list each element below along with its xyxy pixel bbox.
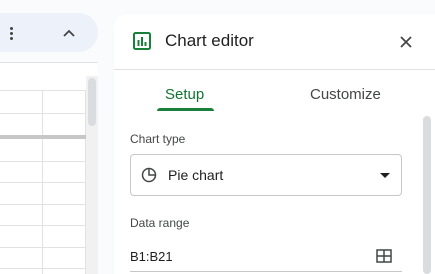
tab-customize[interactable]: Customize <box>310 86 381 104</box>
tab-setup[interactable]: Setup <box>165 86 204 104</box>
panel-header: Chart editor <box>114 14 435 70</box>
chart-type-value: Pie chart <box>168 167 224 183</box>
chart-type-label: Chart type <box>130 132 186 146</box>
tabs-divider <box>114 111 435 112</box>
grid-line <box>0 90 98 91</box>
chart-type-select[interactable]: Pie chart <box>130 154 402 196</box>
more-vert-icon[interactable] <box>3 25 19 41</box>
dropdown-arrow-icon <box>380 173 390 178</box>
grid-line <box>0 225 98 226</box>
grid-line <box>0 268 98 269</box>
data-range-label: Data range <box>130 216 190 230</box>
chevron-up-icon[interactable] <box>60 25 78 41</box>
pie-chart-icon <box>141 167 157 183</box>
toolbar <box>0 13 98 52</box>
panel-scrollbar-thumb[interactable] <box>423 116 431 274</box>
data-range-underline <box>130 271 402 272</box>
chart-editor-panel: Chart editor Setup Customize Chart type … <box>114 14 435 274</box>
column-header-row <box>0 63 98 90</box>
insert-chart-icon <box>133 32 151 50</box>
close-icon[interactable] <box>398 34 414 50</box>
grid-line <box>0 113 98 114</box>
grid-line <box>0 204 98 205</box>
data-range-input[interactable]: B1:B21 <box>130 249 173 265</box>
frozen-row-divider[interactable] <box>0 135 98 139</box>
spreadsheet-grid[interactable] <box>0 62 98 274</box>
grid-line <box>0 182 98 183</box>
grid-line <box>0 161 98 162</box>
grid-select-icon[interactable] <box>375 247 393 265</box>
grid-line <box>0 247 98 248</box>
panel-title: Chart editor <box>165 31 254 50</box>
sheet-scrollbar-thumb[interactable] <box>88 78 96 126</box>
